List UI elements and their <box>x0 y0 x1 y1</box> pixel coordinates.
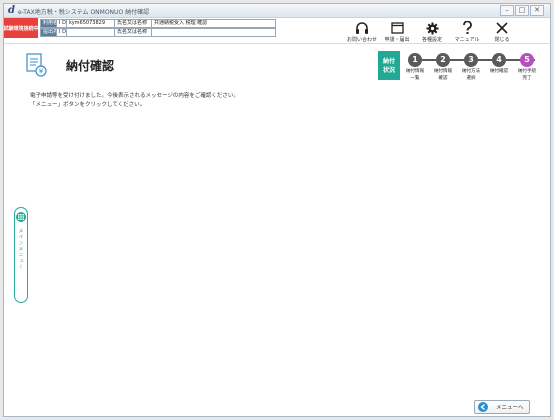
main-menu-label: メインメニュー <box>17 228 24 270</box>
manual-button[interactable]: マニュアル <box>450 19 484 43</box>
user-info-table: 利用者 I D kym65073829 氏名又は名称 共通納税受入 税理 確認 … <box>40 19 276 37</box>
step-2: 2 納付情報 確認 <box>430 53 456 81</box>
close-window-button[interactable]: ✕ <box>530 5 544 16</box>
maximize-button[interactable]: □ <box>515 5 529 16</box>
step-label: 完了 <box>522 76 532 81</box>
step-3: 3 納付方法 選択 <box>458 53 484 81</box>
svg-text:¥: ¥ <box>39 68 44 76</box>
step-number: 5 <box>520 53 534 67</box>
app-logo: d <box>8 5 15 16</box>
grid-icon <box>16 212 26 222</box>
headset-icon <box>355 21 369 35</box>
main-content: ¥ 納付確認 電子申請等を受け付けました。今後表示されるメッセージの内容をご確認… <box>4 43 550 416</box>
window-controls: – □ ✕ <box>499 5 544 16</box>
step-label: 納付方法 <box>462 69 480 74</box>
contact-button[interactable]: お問い合わせ <box>345 19 379 43</box>
step-label: 納付情報 <box>406 69 424 74</box>
close-app-label: 閉じる <box>494 37 510 43</box>
document-icon: ¥ <box>26 53 48 77</box>
step-current-status: 納付 状況 <box>378 51 400 80</box>
application-label: 申請・届出 <box>384 37 410 43</box>
application-button[interactable]: 申請・届出 <box>380 19 414 43</box>
user-id-value: kym65073829 <box>67 19 115 28</box>
step-5: 5 納付手続 完了 <box>514 53 540 81</box>
user-name-value: 共通納税受入 税理 確認 <box>152 19 276 28</box>
step-label: 納付手続 <box>518 69 536 74</box>
message-line-1: 電子申請等を受け付けました。今後表示されるメッセージの内容をご確認ください。 <box>30 93 239 99</box>
minimize-button[interactable]: – <box>500 5 514 16</box>
step-current-line2: 状況 <box>382 66 395 74</box>
gear-icon <box>426 21 439 35</box>
menu-button-label: メニューへ <box>496 405 524 411</box>
dest-label: 提出先 <box>40 28 57 37</box>
user-info-row-dest: 提出先 I D 氏名又は名称 <box>40 28 276 37</box>
step-label: 確認 <box>438 76 448 81</box>
user-label: 利用者 <box>40 19 57 28</box>
step-label: 納付確認 <box>490 69 508 74</box>
settings-button[interactable]: 各種設定 <box>415 19 449 43</box>
contact-label: お問い合わせ <box>346 37 377 43</box>
close-app-button[interactable]: 閉じる <box>485 19 519 43</box>
dest-name-value <box>152 28 276 37</box>
env-badge: 試験環境接続中 <box>4 18 39 38</box>
id-label: I D <box>57 19 67 28</box>
back-arrow-icon <box>478 402 488 412</box>
title-bar: d e-TAX地方税・税システム ONMONUO 納付確認 – □ ✕ <box>4 4 550 18</box>
progress-steps: 納付 状況 1 納付情報 一覧 2 納付情報 確認 3 納付方法 選択 4 納付… <box>378 49 544 83</box>
manual-label: マニュアル <box>454 37 480 43</box>
window-title: e-TAX地方税・税システム ONMONUO 納付確認 <box>18 9 150 16</box>
step-label: 納付情報 <box>434 69 452 74</box>
step-label: 選択 <box>466 76 476 81</box>
close-x-icon <box>496 21 508 35</box>
user-info-row-user: 利用者 I D kym65073829 氏名又は名称 共通納税受入 税理 確認 <box>40 19 276 28</box>
window-icon <box>390 21 404 35</box>
question-icon <box>462 21 473 35</box>
message-line-2: 「メニュー」ボタンをクリックしてください。 <box>30 102 146 108</box>
main-menu-tab[interactable]: メインメニュー <box>14 207 28 303</box>
step-number: 4 <box>492 53 506 67</box>
step-1: 1 納付情報 一覧 <box>402 53 428 81</box>
step-number: 3 <box>464 53 478 67</box>
page-title: 納付確認 <box>66 59 115 73</box>
settings-label: 各種設定 <box>421 37 442 43</box>
id-label: I D <box>57 28 67 37</box>
app-window: d e-TAX地方税・税システム ONMONUO 納付確認 – □ ✕ 試験環境… <box>3 3 551 417</box>
step-label: 一覧 <box>410 76 420 81</box>
name-label: 氏名又は名称 <box>115 19 152 28</box>
dest-id-value <box>67 28 115 37</box>
step-number: 1 <box>408 53 422 67</box>
step-current-line1: 納付 <box>382 57 395 65</box>
toolbar: お問い合わせ 申請・届出 各種設定 マニュアル 閉じる <box>344 19 519 43</box>
step-number: 2 <box>436 53 450 67</box>
menu-button[interactable]: メニューへ <box>474 400 530 414</box>
name-label: 氏名又は名称 <box>115 28 152 37</box>
step-4: 4 納付確認 <box>486 53 512 76</box>
